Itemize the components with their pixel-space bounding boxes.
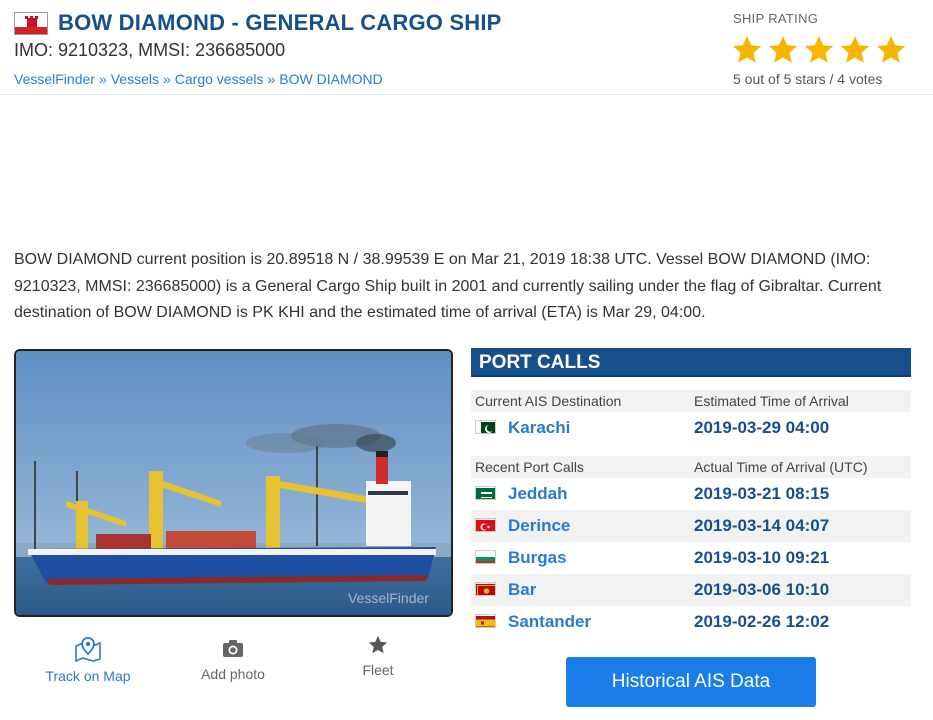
gibraltar-flag-icon [14, 12, 48, 35]
turkey-flag-icon [475, 518, 496, 532]
ship-photo[interactable]: VesselFinder [14, 349, 453, 617]
bulgaria-flag-icon [475, 550, 496, 564]
rating-stars[interactable] [731, 34, 907, 66]
rating-star-icon[interactable] [731, 34, 763, 66]
rating-star-icon[interactable] [839, 34, 871, 66]
track-on-map-label: Track on Map [45, 668, 131, 684]
port-call-link[interactable]: Bar [508, 580, 536, 600]
recent-calls-header-col1: Recent Port Calls [475, 459, 584, 475]
destination-header-col1: Current AIS Destination [475, 393, 622, 409]
destination-port-link[interactable]: Karachi [508, 418, 570, 438]
port-call-link[interactable]: Jeddah [508, 484, 568, 504]
montenegro-flag-icon [475, 582, 496, 596]
map-pin-icon [75, 637, 101, 662]
breadcrumb-separator: » [267, 71, 276, 87]
vessel-description: BOW DIAMOND current position is 20.89518… [14, 251, 882, 321]
destination-row: Karachi 2019-03-29 04:00 [471, 412, 911, 444]
rating-summary: 5 out of 5 stars / 4 votes [733, 71, 883, 87]
port-call-time: 2019-03-06 10:10 [694, 580, 830, 599]
rating-star-icon[interactable] [803, 34, 835, 66]
recent-calls-header-col2: Actual Time of Arrival (UTC) [694, 459, 868, 475]
fleet-button[interactable]: Fleet [323, 635, 433, 678]
port-call-time: 2019-03-14 04:07 [694, 516, 830, 535]
port-call-row: Burgas 2019-03-10 09:21 [471, 542, 911, 574]
breadcrumb-vessels[interactable]: Vessels [111, 71, 159, 87]
port-call-time: 2019-02-26 12:02 [694, 612, 830, 631]
destination-header: Current AIS Destination Estimated Time o… [471, 390, 911, 412]
port-call-row: Santander 2019-02-26 12:02 [471, 606, 911, 638]
camera-icon [223, 640, 243, 657]
rating-star-icon[interactable] [875, 34, 907, 66]
port-calls-panel: PORT CALLS Current AIS Destination Estim… [471, 348, 911, 638]
photo-actions: Track on Map Add photo Fleet [14, 635, 453, 696]
port-call-time: 2019-03-10 09:21 [694, 548, 830, 567]
destination-header-col2: Estimated Time of Arrival [694, 393, 849, 409]
port-call-time: 2019-03-21 08:15 [694, 484, 830, 503]
pakistan-flag-icon [475, 420, 496, 434]
breadcrumb-separator: » [98, 71, 107, 87]
port-call-link[interactable]: Burgas [508, 548, 567, 568]
breadcrumb-current-vessel[interactable]: BOW DIAMOND [279, 71, 382, 87]
star-icon [368, 635, 388, 654]
port-calls-title: PORT CALLS [471, 348, 911, 377]
spain-flag-icon [475, 614, 496, 628]
breadcrumb-separator: » [162, 71, 171, 87]
port-call-row: Derince 2019-03-14 04:07 [471, 510, 911, 542]
add-photo-label: Add photo [201, 666, 265, 682]
vessel-ids: IMO: 9210323, MMSI: 236685000 [14, 40, 286, 60]
add-photo-button[interactable]: Add photo [178, 636, 288, 682]
port-call-row: Bar 2019-03-06 10:10 [471, 574, 911, 606]
page-title: BOW DIAMOND - GENERAL CARGO SHIP [58, 10, 502, 35]
track-on-map-button[interactable]: Track on Map [33, 636, 143, 684]
saudi-arabia-flag-icon [475, 486, 496, 500]
ship-rating-label: SHIP RATING [733, 11, 819, 26]
rating-star-icon[interactable] [767, 34, 799, 66]
destination-eta: 2019-03-29 04:00 [694, 418, 830, 437]
photo-watermark: VesselFinder [348, 590, 429, 606]
breadcrumb: VesselFinder» Vessels» Cargo vessels» BOW D… [14, 71, 383, 87]
page-header: BOW DIAMOND - GENERAL CARGO SHIP IMO: 92… [0, 0, 933, 95]
breadcrumb-cargo-vessels[interactable]: Cargo vessels [175, 71, 264, 87]
port-call-row: Jeddah 2019-03-21 08:15 [471, 478, 911, 510]
fleet-label: Fleet [362, 662, 394, 678]
historical-ais-data-button[interactable]: Historical AIS Data [566, 657, 816, 707]
breadcrumb-vesselfinder[interactable]: VesselFinder [14, 71, 95, 87]
port-call-link[interactable]: Derince [508, 516, 570, 536]
recent-calls-header: Recent Port Calls Actual Time of Arrival… [471, 456, 911, 478]
port-call-link[interactable]: Santander [508, 612, 591, 632]
